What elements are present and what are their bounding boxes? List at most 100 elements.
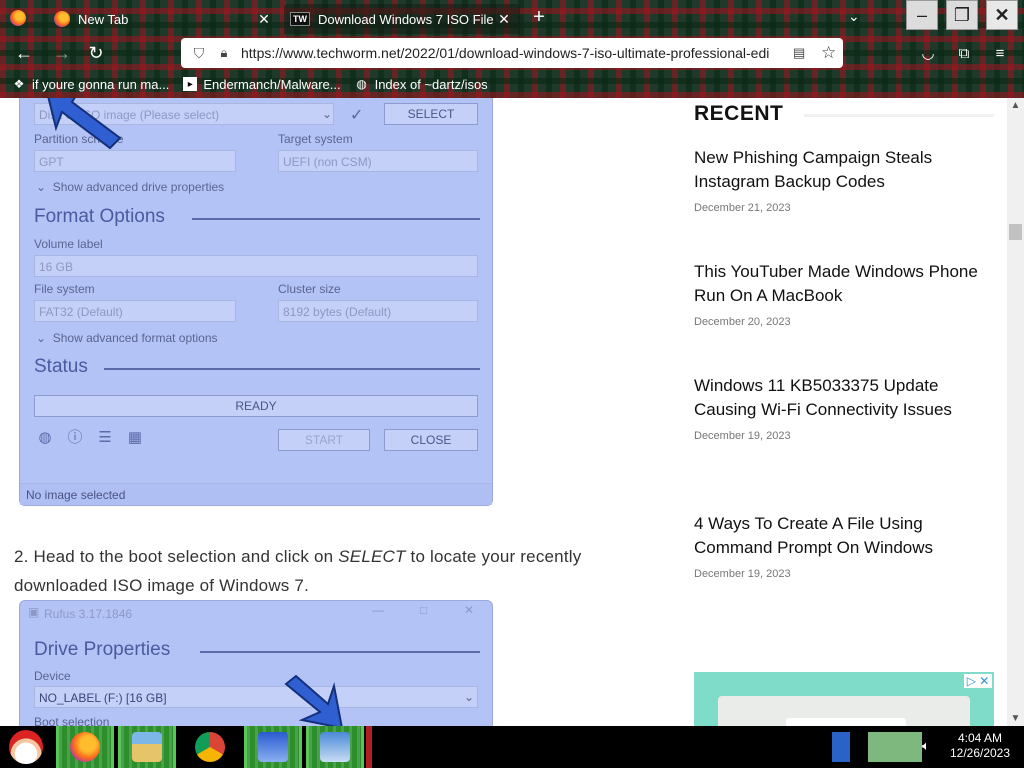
extensions-icon[interactable]: ⧉ [954, 44, 974, 64]
step-paragraph: 2. Head to the boot selection and click … [14, 542, 654, 600]
taskbar-separator [366, 726, 372, 768]
tab-title: Download Windows 7 ISO File - Ult [318, 11, 494, 27]
rufus-app-icon: ▣ [28, 605, 40, 619]
url-text[interactable]: https://www.techworm.net/2022/01/downloa… [241, 45, 789, 61]
recent-post: Windows 11 KB5033375 Update Causing Wi-F… [694, 374, 994, 442]
web-page: Disk or ISO image (Please select) ⌄ ✓ SE… [0, 98, 1024, 726]
log-table-icon: ▦ [127, 429, 143, 446]
new-tab-button[interactable]: + [528, 6, 550, 29]
maximize-icon: □ [420, 603, 428, 617]
show-advanced-drive-label: Show advanced drive properties [52, 180, 225, 194]
bookmark-label: Endermanch/Malware... [203, 76, 341, 92]
bookmark-item[interactable]: ▸ Endermanch/Malware... [183, 76, 341, 92]
start-button[interactable] [0, 726, 52, 768]
select-button: SELECT [384, 103, 478, 125]
page-scrollbar[interactable]: ▲ ▼ [1007, 98, 1024, 726]
minimize-button[interactable]: – [906, 0, 938, 30]
recent-post: 4 Ways To Create A File Using Command Pr… [694, 512, 994, 580]
taskbar-app-control-panel[interactable] [306, 726, 364, 768]
control-panel-icon [320, 732, 350, 762]
techworm-favicon-icon: TW [290, 12, 310, 26]
network-computer-icon [258, 732, 288, 762]
scroll-up-arrow-icon[interactable]: ▲ [1007, 100, 1024, 111]
post-title-link[interactable]: This YouTuber Made Windows Phone Run On … [694, 260, 994, 308]
file-system-field: FAT32 (Default) [34, 300, 236, 322]
check-icon: ✓ [350, 107, 364, 124]
bookmark-star-icon[interactable]: ☆ [821, 43, 836, 63]
url-bar[interactable]: ⛉ 🔒︎ https://www.techworm.net/2022/01/do… [181, 38, 843, 68]
dropdown-arrow-icon: ⌄ [322, 107, 333, 121]
post-date: December 19, 2023 [694, 568, 791, 580]
info-icon: ⓘ [67, 429, 83, 446]
post-date: December 21, 2023 [694, 202, 791, 214]
firefox-icon [70, 732, 100, 762]
firefox-menu-icon[interactable] [10, 10, 26, 26]
lock-icon[interactable]: 🔒︎ [217, 45, 231, 61]
list-all-tabs-icon[interactable]: ⌄ [848, 8, 860, 25]
rufus-screenshot-image: Rufus 3.17.1846 ▣ — □ ✕ Drive Properties… [19, 600, 493, 726]
post-title-link[interactable]: 4 Ways To Create A File Using Command Pr… [694, 512, 994, 560]
tab-new-tab[interactable]: New Tab ✕ [44, 4, 280, 34]
close-tab-icon[interactable]: ✕ [494, 11, 514, 28]
browser-chrome: New Tab ✕ TW Download Windows 7 ISO File… [0, 0, 1024, 98]
post-date: December 20, 2023 [694, 316, 791, 328]
system-clock[interactable]: 4:04 AM 12/26/2023 [942, 731, 1018, 761]
section-divider [104, 368, 480, 370]
taskbar-app-firefox[interactable] [56, 726, 114, 768]
status-bar: READY [34, 395, 478, 417]
tray-notification-icons[interactable] [868, 732, 922, 762]
bookmark-item[interactable]: ◍ Index of ~dartz/isos [355, 77, 487, 92]
globe-icon: ◍ [38, 429, 52, 446]
santa-start-icon [9, 730, 43, 764]
scroll-down-arrow-icon[interactable]: ▼ [1007, 713, 1024, 724]
tracking-protection-icon[interactable]: ⛉ [191, 45, 207, 61]
blue-arrow-annotation [284, 674, 343, 726]
file-explorer-icon [132, 732, 162, 762]
advertisement[interactable]: ▷ ✕ [694, 672, 994, 726]
show-advanced-format-label: Show advanced format options [52, 331, 218, 345]
format-options-title: Format Options [34, 206, 165, 227]
ad-choices-close-icon[interactable]: ▷ ✕ [964, 674, 992, 688]
navigation-bar: ← → ↻ ⛉ 🔒︎ https://www.techworm.net/2022… [0, 36, 1024, 70]
close-window-button[interactable]: ✕ [986, 0, 1018, 30]
tab-bar: New Tab ✕ TW Download Windows 7 ISO File… [0, 0, 1024, 36]
cluster-size-field: 8192 bytes (Default) [278, 300, 478, 322]
reload-button[interactable]: ↻ [84, 42, 108, 64]
bookmarks-toolbar: ❖ if youre gonna run ma... ▸ Endermanch/… [0, 70, 1024, 98]
bookmark-item[interactable]: ❖ if youre gonna run ma... [12, 77, 170, 92]
taskbar-app-chrome[interactable] [180, 726, 240, 768]
blue-arrow-annotation [47, 98, 122, 150]
tab-active[interactable]: TW Download Windows 7 ISO File - Ult ✕ [284, 4, 520, 34]
pocket-icon[interactable]: ◡ [918, 44, 938, 64]
volume-icon[interactable]: 🔈︎ [922, 738, 930, 754]
bookmark-page-icon: ❖ [13, 77, 25, 91]
show-advanced-drive-toggle: ⌄ Show advanced drive properties [36, 180, 225, 194]
close-tab-icon[interactable]: ✕ [254, 11, 274, 28]
hamburger-menu-icon[interactable]: ≡ [990, 44, 1010, 64]
clock-time: 4:04 AM [957, 731, 1003, 745]
device-field: NO_LABEL (F:) [16 GB] [34, 686, 478, 708]
taskbar-app-file-explorer[interactable] [118, 726, 176, 768]
volume-label-field: 16 GB [34, 255, 478, 277]
step-emphasis: SELECT [338, 547, 406, 566]
section-divider [200, 651, 480, 653]
restore-button[interactable]: ❐ [946, 0, 978, 30]
file-system-label: File system [34, 282, 95, 296]
close-button: CLOSE [384, 429, 478, 451]
taskbar-app-network[interactable] [244, 726, 302, 768]
start-button: START [278, 429, 370, 451]
post-date: December 19, 2023 [694, 430, 791, 442]
device-label: Device [34, 669, 71, 683]
post-title-link[interactable]: Windows 11 KB5033375 Update Causing Wi-F… [694, 374, 994, 422]
post-title-link[interactable]: New Phishing Campaign Steals Instagram B… [694, 146, 994, 194]
tray-show-hidden-icon[interactable] [832, 732, 850, 762]
target-system-field: UEFI (non CSM) [278, 150, 478, 172]
drive-properties-title: Drive Properties [34, 639, 171, 660]
scrollbar-thumb[interactable] [1009, 224, 1022, 240]
reader-view-icon[interactable]: ▤ [793, 45, 809, 61]
back-button[interactable]: ← [12, 42, 36, 64]
show-advanced-format-toggle: ⌄ Show advanced format options [36, 331, 218, 345]
volume-label-label: Volume label [34, 237, 103, 251]
minimize-icon: — [372, 603, 384, 617]
forward-button[interactable]: → [50, 42, 74, 64]
